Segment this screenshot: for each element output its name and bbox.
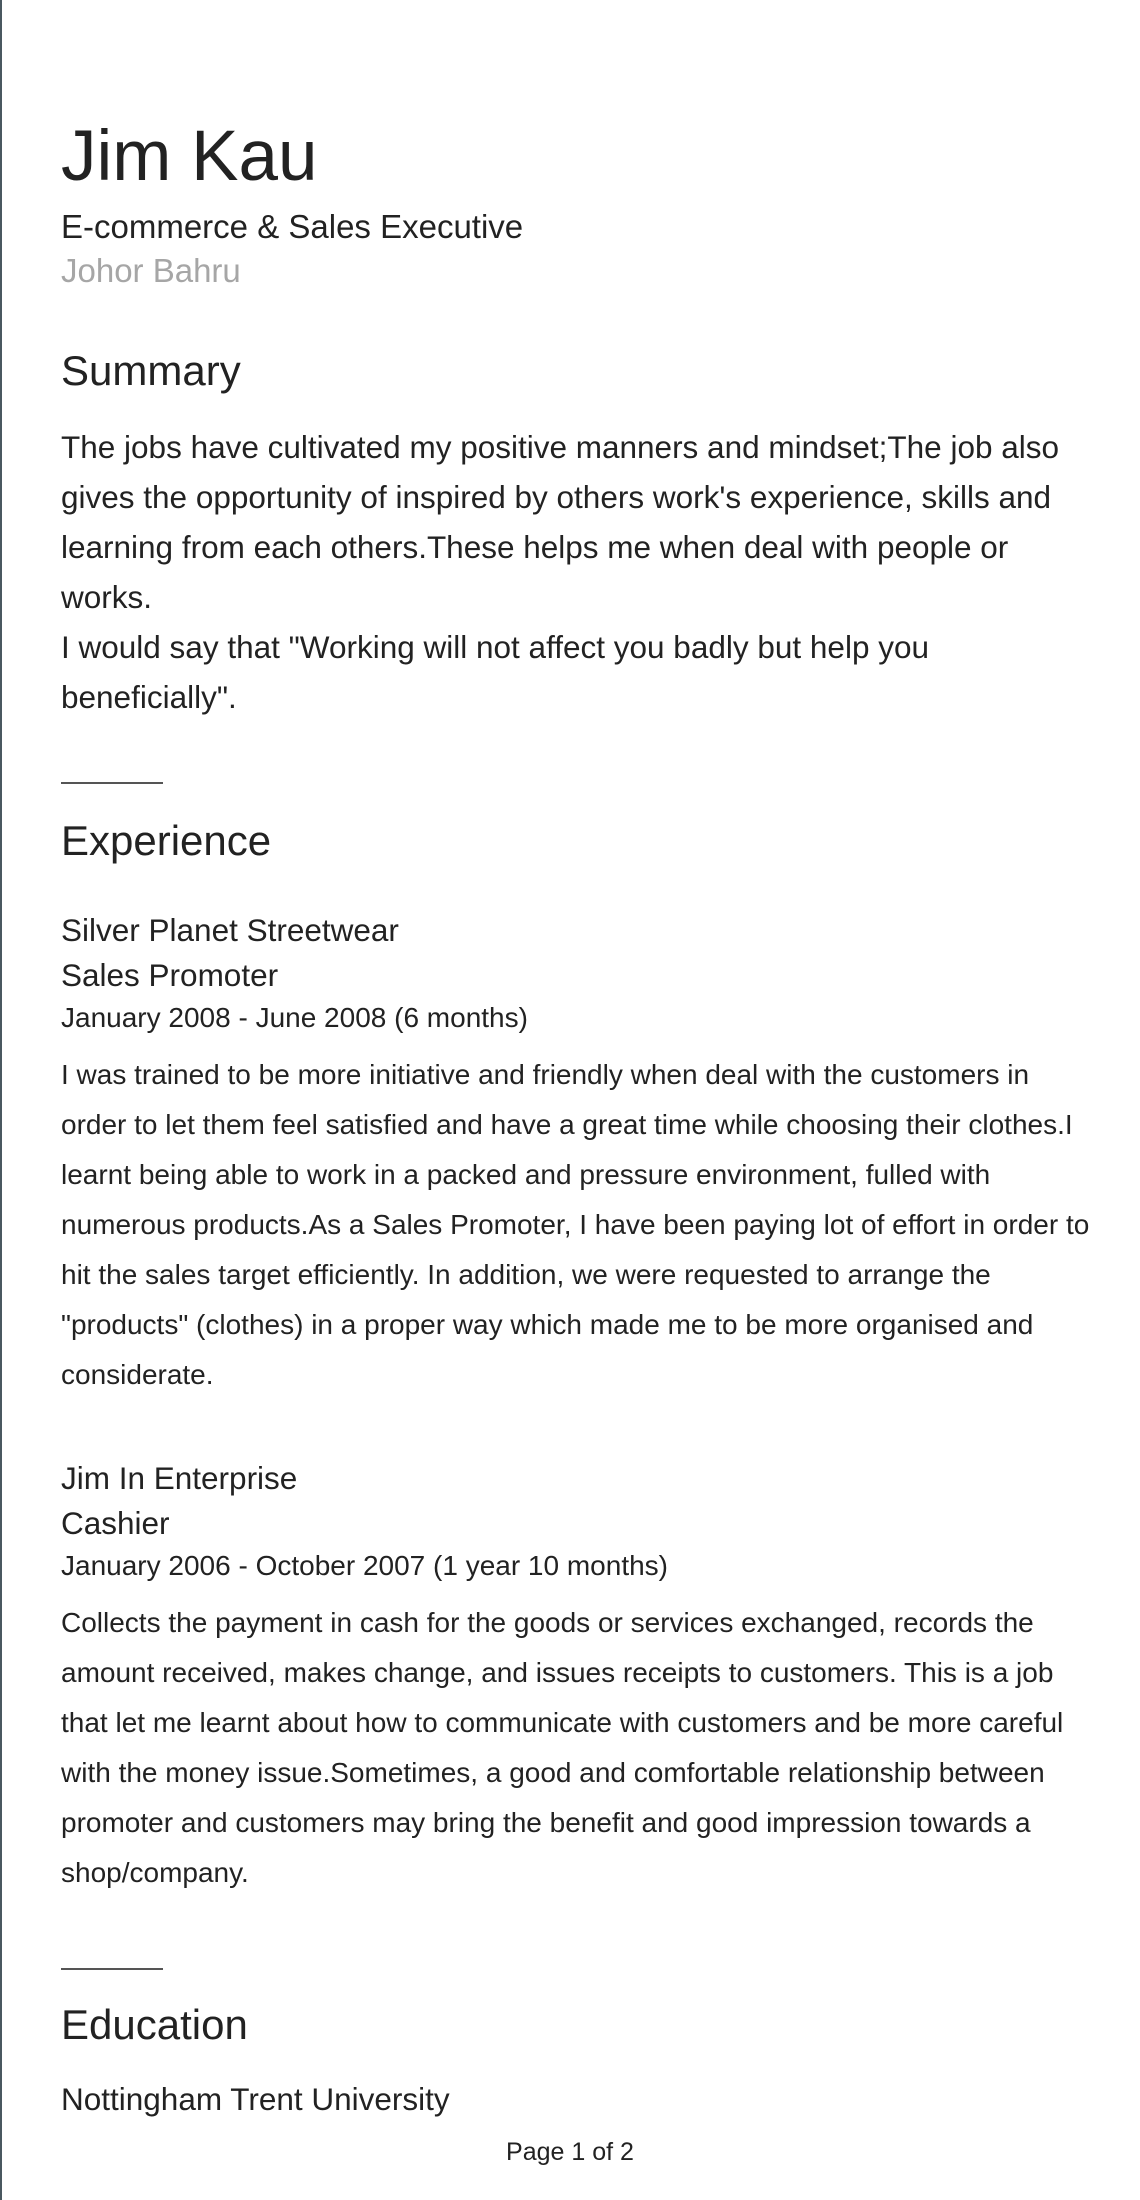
experience-entry: Silver Planet Streetwear Sales Promoter … xyxy=(61,908,1091,1400)
section-divider xyxy=(61,1968,163,1970)
job-dates: January 2006 - October 2007 (1 year 10 m… xyxy=(61,1550,669,1581)
job-role: Cashier xyxy=(61,1505,170,1541)
job-company: Jim In Enterprise xyxy=(61,1460,298,1496)
profile-headline: E-commerce & Sales Executive xyxy=(61,208,524,245)
job-description: I was trained to be more initiative and … xyxy=(61,1059,1090,1390)
profile-name: Jim Kau xyxy=(61,117,318,196)
summary-text: The jobs have cultivated my positive man… xyxy=(61,422,1091,722)
education-school: Nottingham Trent University xyxy=(61,2081,450,2117)
section-divider xyxy=(61,782,163,784)
experience-heading: Experience xyxy=(61,817,272,864)
summary-heading: Summary xyxy=(61,347,241,394)
summary-paragraph: I would say that "Working will not affec… xyxy=(61,629,930,715)
experience-entry: Jim In Enterprise Cashier January 2006 -… xyxy=(61,1456,1091,1898)
page-edge-line xyxy=(0,0,2,2200)
education-heading: Education xyxy=(61,2001,248,2048)
job-dates: January 2008 - June 2008 (6 months) xyxy=(61,1002,528,1033)
profile-location: Johor Bahru xyxy=(61,252,241,289)
summary-paragraph: The jobs have cultivated my positive man… xyxy=(61,429,1060,615)
job-description: Collects the payment in cash for the goo… xyxy=(61,1607,1064,1888)
job-company: Silver Planet Streetwear xyxy=(61,912,399,948)
page-number: Page 1 of 2 xyxy=(506,2138,634,2166)
job-role: Sales Promoter xyxy=(61,957,279,993)
